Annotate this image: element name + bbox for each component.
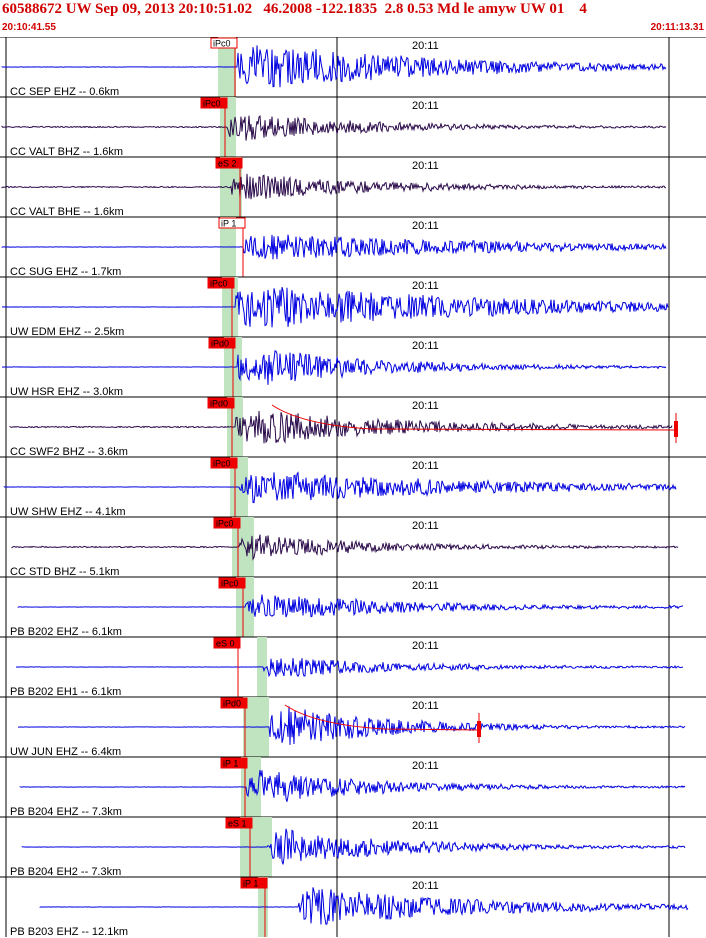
window-start-time: 20:10:41.55 <box>2 22 56 33</box>
pick-label: iPd0 <box>211 339 229 349</box>
pick-label: iPc0 <box>213 459 231 469</box>
time-label: 20:11 <box>412 760 439 772</box>
time-label: 20:11 <box>412 700 439 712</box>
pick-label: iP 1 <box>221 219 236 229</box>
time-label: 20:11 <box>412 580 439 592</box>
trace-row[interactable]: iPd0 20:11 UW HSR EHZ -- 3.0km <box>0 336 706 398</box>
pick-label: iPd0 <box>223 699 241 709</box>
trace-row[interactable]: iPd0 20:11 UW JUN EHZ -- 6.4km <box>0 696 706 758</box>
waveform <box>1 173 667 200</box>
station-label: UW JUN EHZ -- 6.4km <box>10 746 121 758</box>
pick-label: eS 0 <box>216 639 235 649</box>
coda-marker[interactable] <box>271 404 678 443</box>
time-label: 20:11 <box>412 640 439 652</box>
station-label: CC SWF2 BHZ -- 3.6km <box>10 446 128 458</box>
time-label: 20:11 <box>412 460 439 472</box>
pick-label: iPc0 <box>203 99 221 109</box>
pick-label: iPc0 <box>213 39 231 49</box>
waveform <box>11 534 679 561</box>
event-header: 60588672 UW Sep 09, 2013 20:10:51.02 46.… <box>0 0 706 37</box>
station-label: UW HSR EHZ -- 3.0km <box>10 386 123 398</box>
station-label: CC VALT BHE -- 1.6km <box>10 206 124 218</box>
waveform <box>19 769 686 802</box>
time-label: 20:11 <box>412 400 439 412</box>
waveform <box>1 350 667 385</box>
pick-label: iP 1 <box>243 879 258 889</box>
event-title: 60588672 UW Sep 09, 2013 20:10:51.02 46.… <box>2 1 587 17</box>
pick-label: iPd0 <box>210 399 228 409</box>
time-label: 20:11 <box>412 880 439 892</box>
waveform <box>9 410 673 444</box>
time-label: 20:11 <box>412 820 439 832</box>
time-label: 20:11 <box>412 100 439 112</box>
waveform <box>17 594 684 618</box>
station-label: PB B204 EH2 -- 7.3km <box>10 866 121 878</box>
trace-row[interactable]: iP 1 20:11 CC SUG EHZ -- 1.7km <box>0 216 706 278</box>
station-label: CC VALT BHZ -- 1.6km <box>10 146 123 158</box>
trace-row[interactable]: iP 1 20:11 PB B203 EHZ -- 12.1km <box>0 876 706 938</box>
time-label: 20:11 <box>412 160 439 172</box>
waveform <box>1 287 669 328</box>
trace-row[interactable]: eS 2 20:11 CC VALT BHE -- 1.6km <box>0 156 706 218</box>
waveform <box>1 115 667 141</box>
trace-row[interactable]: iPc0 20:11 CC STD BHZ -- 5.1km <box>0 516 706 578</box>
station-label: CC SUG EHZ -- 1.7km <box>10 266 121 278</box>
trace-row[interactable]: iPc0 20:11 UW EDM EHZ -- 2.5km <box>0 276 706 338</box>
trace-row[interactable]: iPc0 20:11 UW SHW EHZ -- 4.1km <box>0 456 706 518</box>
pick-label: iPc0 <box>210 279 228 289</box>
time-label: 20:11 <box>412 280 439 292</box>
pick-label: iPc0 <box>221 579 239 589</box>
time-label: 20:11 <box>412 40 439 52</box>
waveform <box>39 887 689 925</box>
trace-row[interactable]: iPc0 20:11 CC SEP EHZ -- 0.6km <box>0 37 706 98</box>
trace-row[interactable]: iPc0 20:11 CC VALT BHZ -- 1.6km <box>0 96 706 158</box>
pick-label: eS 1 <box>228 819 247 829</box>
station-label: PB B202 EHZ -- 6.1km <box>10 626 122 638</box>
window-end-time: 20:11:13.31 <box>650 22 704 33</box>
station-label: UW SHW EHZ -- 4.1km <box>10 506 126 518</box>
trace-row[interactable]: iPc0 20:11 PB B202 EHZ -- 6.1km <box>0 576 706 638</box>
station-label: UW EDM EHZ -- 2.5km <box>10 326 124 338</box>
waveform <box>1 45 667 88</box>
time-label: 20:11 <box>412 340 439 352</box>
station-label: PB B202 EH1 -- 6.1km <box>10 686 121 698</box>
seismogram-panel[interactable]: iPc0 20:11 CC SEP EHZ -- 0.6km iPc0 20:11 CC … <box>0 37 706 938</box>
trace-row[interactable]: eS 0 20:11 PB B202 EH1 -- 6.1km <box>0 636 706 698</box>
pick-label: iP 1 <box>223 759 238 769</box>
station-label: PB B204 EHZ -- 7.3km <box>10 806 122 818</box>
waveform <box>3 471 677 504</box>
trace-row[interactable]: eS 1 20:11 PB B204 EH2 -- 7.3km <box>0 816 706 878</box>
waveform <box>15 658 684 678</box>
station-label: CC SEP EHZ -- 0.6km <box>10 86 119 98</box>
pick-label: iPc0 <box>216 519 234 529</box>
time-label: 20:11 <box>412 520 439 532</box>
station-label: PB B203 EHZ -- 12.1km <box>10 926 128 938</box>
station-label: CC STD BHZ -- 5.1km <box>10 566 119 578</box>
pick-label: eS 2 <box>218 159 237 169</box>
trace-row[interactable]: iP 1 20:11 PB B204 EHZ -- 7.3km <box>0 756 706 818</box>
waveform <box>21 828 686 865</box>
time-label: 20:11 <box>412 220 439 232</box>
waveform <box>1 234 667 260</box>
